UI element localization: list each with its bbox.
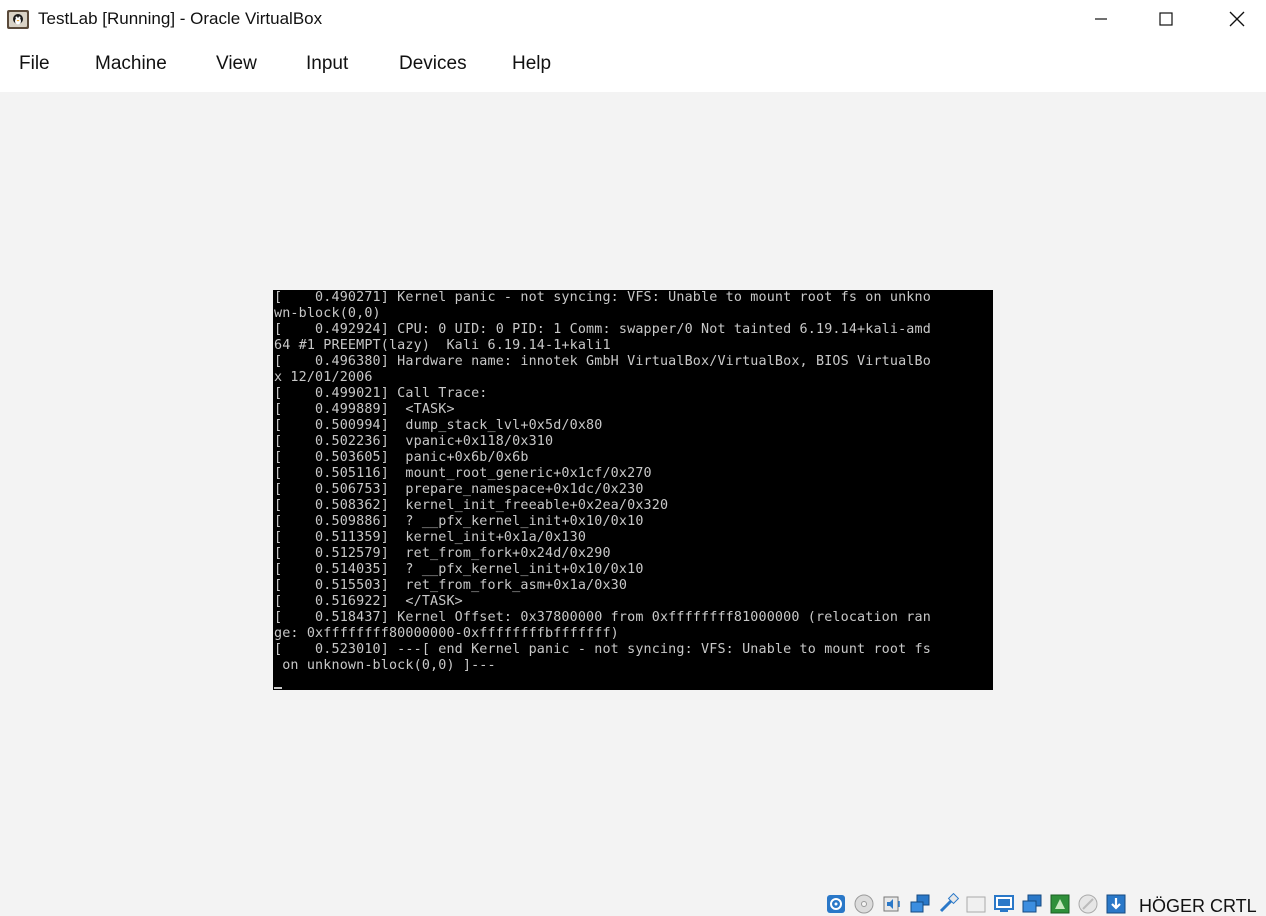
hard-disk-icon[interactable] [823, 893, 849, 915]
console-line: [ 0.496380] Hardware name: innotek GmbH … [274, 354, 931, 369]
console-line: 64 #1 PREEMPT(lazy) Kali 6.19.14-1+kali1 [274, 338, 611, 353]
keyboard-capture-icon[interactable] [1103, 893, 1129, 915]
shared-folders-icon[interactable] [963, 893, 989, 915]
menu-help[interactable]: Help [512, 52, 551, 76]
close-button[interactable] [1202, 0, 1266, 38]
console-line: [ 0.514035] ? __pfx_kernel_init+0x10/0x1… [274, 562, 644, 577]
virtualbox-app-icon [7, 10, 29, 29]
optical-drive-icon[interactable] [851, 893, 877, 915]
kernel-panic-console: [ 0.490271] Kernel panic - not syncing: … [273, 290, 993, 674]
console-line: [ 0.492924] CPU: 0 UID: 0 PID: 1 Comm: s… [274, 322, 931, 337]
window-title: TestLab [Running] - Oracle VirtualBox [38, 9, 323, 28]
console-line: [ 0.500994] dump_stack_lvl+0x5d/0x80 [274, 418, 603, 433]
console-line: [ 0.508362] kernel_init_freeable+0x2ea/0… [274, 498, 669, 513]
display-icon[interactable] [991, 893, 1017, 915]
maximize-button[interactable] [1131, 0, 1201, 38]
console-line: [ 0.505116] mount_root_generic+0x1cf/0x2… [274, 466, 652, 481]
recording-icon[interactable] [1019, 893, 1045, 915]
console-line: wn-block(0,0) [274, 306, 381, 321]
menu-input[interactable]: Input [306, 52, 348, 76]
host-key-label: HÖGER CRTL [1139, 896, 1257, 916]
menu-file[interactable]: File [19, 52, 50, 76]
virtualbox-window: TestLab [Running] - Oracle VirtualBox Fi… [0, 0, 1266, 916]
mouse-integration-icon[interactable] [1075, 893, 1101, 915]
console-line: [ 0.499021] Call Trace: [274, 386, 488, 401]
console-line: [ 0.506753] prepare_namespace+0x1dc/0x23… [274, 482, 644, 497]
console-line: [ 0.490271] Kernel panic - not syncing: … [274, 290, 931, 305]
console-line: x 12/01/2006 [274, 370, 373, 385]
menu-devices[interactable]: Devices [399, 52, 467, 76]
minimize-icon [1095, 18, 1107, 20]
console-line: [ 0.516922] </TASK> [274, 594, 463, 609]
vm-guest-screen[interactable]: [ 0.490271] Kernel panic - not syncing: … [273, 290, 993, 690]
menu-bar: File Machine View Input Devices Help [0, 38, 1266, 92]
usb-icon[interactable] [935, 893, 961, 915]
status-bar: HÖGER CRTL [0, 888, 1266, 916]
console-line: [ 0.518437] Kernel Offset: 0x37800000 fr… [274, 610, 931, 625]
status-indicators [823, 893, 1129, 915]
console-line: [ 0.503605] panic+0x6b/0x6b [274, 450, 529, 465]
menu-view[interactable]: View [216, 52, 257, 76]
close-icon [1229, 11, 1245, 27]
audio-icon[interactable] [879, 893, 905, 915]
title-bar[interactable]: TestLab [Running] - Oracle VirtualBox [0, 0, 1266, 38]
text-cursor [274, 687, 282, 689]
console-line: [ 0.515503] ret_from_fork_asm+0x1a/0x30 [274, 578, 628, 593]
maximize-icon [1159, 12, 1173, 26]
console-line: [ 0.509886] ? __pfx_kernel_init+0x10/0x1… [274, 514, 644, 529]
console-line: ge: 0xffffffff80000000-0xffffffffbffffff… [274, 626, 619, 641]
console-line: [ 0.523010] ---[ end Kernel panic - not … [274, 642, 931, 657]
console-line: [ 0.502236] vpanic+0x118/0x310 [274, 434, 554, 449]
console-line: [ 0.511359] kernel_init+0x1a/0x130 [274, 530, 587, 545]
cpu-icon[interactable] [1047, 893, 1073, 915]
minimize-button[interactable] [1066, 0, 1136, 38]
menu-machine[interactable]: Machine [95, 52, 167, 76]
console-line: [ 0.512579] ret_from_fork+0x24d/0x290 [274, 546, 611, 561]
console-line: on unknown-block(0,0) ]--- [274, 658, 496, 673]
console-line: [ 0.499889] <TASK> [274, 402, 455, 417]
network-icon[interactable] [907, 893, 933, 915]
